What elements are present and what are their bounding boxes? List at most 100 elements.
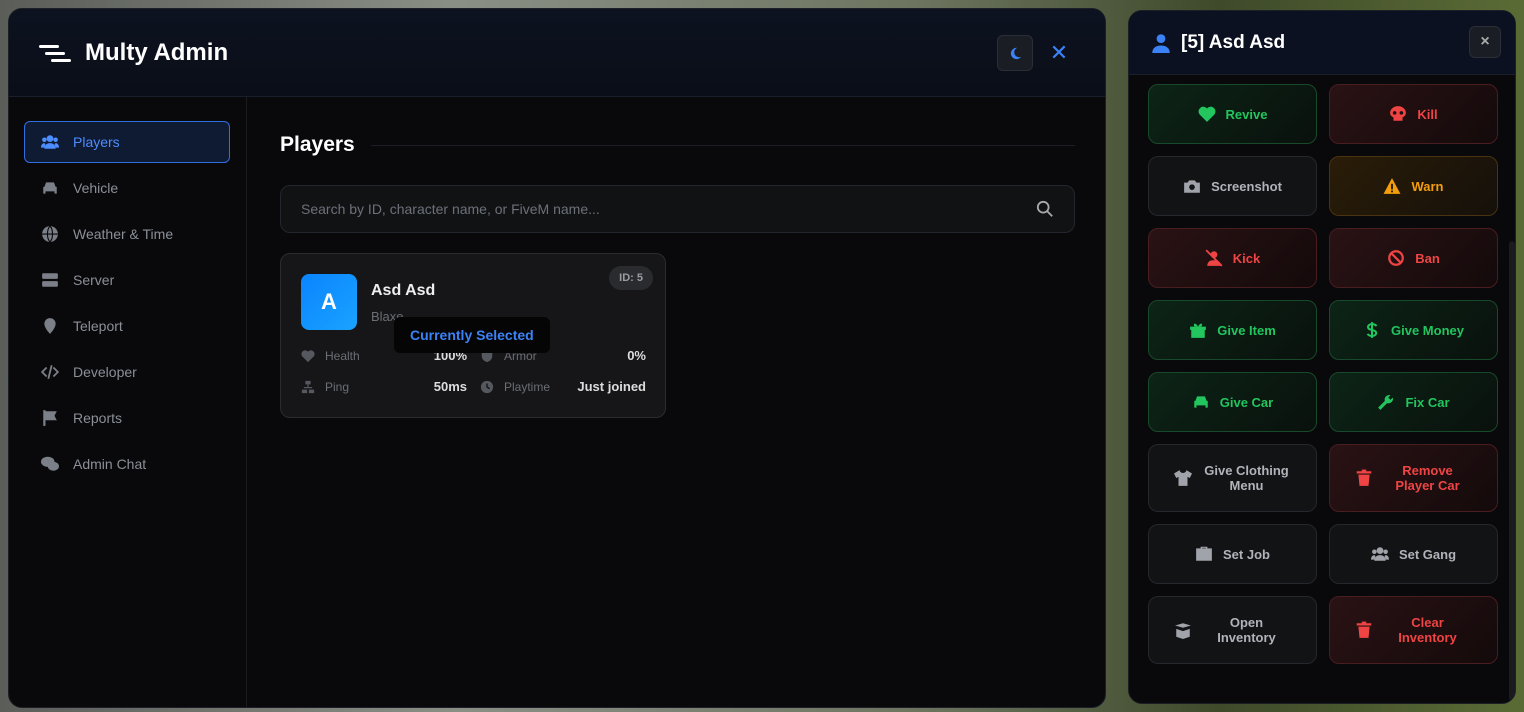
avatar: A [301, 274, 357, 330]
sidebar-item-label: Reports [73, 410, 123, 426]
heart-icon [1198, 106, 1215, 122]
sidebar-item-reports[interactable]: Reports [24, 397, 230, 439]
users-icon [41, 135, 59, 149]
clock-icon [480, 380, 494, 393]
camera-icon [1184, 180, 1200, 193]
give-item-button[interactable]: Give Item [1148, 300, 1317, 360]
app-title: Multy Admin [85, 38, 229, 66]
kill-button[interactable]: Kill [1329, 84, 1498, 144]
action-grid: Revive Kill Screenshot Warn Kick Ban Give Item… [1148, 84, 1498, 664]
fix-car-button[interactable]: Fix Car [1329, 372, 1498, 432]
box-open-icon [1174, 623, 1191, 639]
gift-icon [1190, 323, 1207, 338]
clear-inventory-button[interactable]: Clear Inventory [1329, 596, 1498, 664]
sidebar-item-developer[interactable]: Developer [24, 351, 230, 393]
action-label: Set Job [1223, 546, 1270, 562]
action-label: Clear Inventory [1398, 615, 1457, 645]
player-card[interactable]: A Asd Asd Blaxe ID: 5 Currently Selected… [280, 253, 666, 418]
trash-icon [1356, 621, 1371, 638]
warn-button[interactable]: Warn [1329, 156, 1498, 216]
open-inventory-button[interactable]: Open Inventory [1148, 596, 1317, 664]
action-label: Give Item [1217, 322, 1276, 338]
code-icon [41, 365, 59, 379]
players-view: Players Search by ID, character name, or… [280, 97, 1075, 418]
screenshot-button[interactable]: Screenshot [1148, 156, 1317, 216]
player-name: Asd Asd [371, 282, 436, 299]
ban-button[interactable]: Ban [1329, 228, 1498, 288]
revive-button[interactable]: Revive [1148, 84, 1317, 144]
sidebar-item-label: Weather & Time [73, 226, 174, 242]
set-job-button[interactable]: Set Job [1148, 524, 1317, 584]
close-icon: ✕ [1049, 40, 1069, 65]
panel-close-button[interactable]: × [1469, 26, 1501, 58]
give-money-button[interactable]: Give Money [1329, 300, 1498, 360]
action-label: Remove Player Car [1395, 463, 1460, 493]
theme-toggle-button[interactable] [997, 35, 1033, 71]
panel-header: [5] Asd Asd × [1129, 11, 1515, 75]
action-label: Screenshot [1211, 178, 1282, 194]
remove-player-car-button[interactable]: Remove Player Car [1329, 444, 1498, 512]
action-label: Fix Car [1405, 394, 1450, 410]
shirt-icon [1173, 470, 1192, 486]
id-badge: ID: 5 [609, 266, 653, 290]
map-pin-icon [44, 318, 56, 334]
action-label: Open Inventory [1217, 615, 1276, 645]
kick-button[interactable]: Kick [1148, 228, 1317, 288]
close-button[interactable]: ✕ [1041, 35, 1077, 71]
sidebar-item-label: Vehicle [73, 180, 119, 196]
network-icon [301, 380, 315, 393]
users-icon [1370, 547, 1389, 561]
server-icon [42, 273, 58, 287]
dollar-icon [1366, 322, 1378, 338]
sidebar-item-label: Admin Chat [73, 456, 147, 472]
page-title: Players [280, 133, 1075, 157]
give-clothing-menu-button[interactable]: Give Clothing Menu [1148, 444, 1317, 512]
heart-icon [301, 349, 315, 362]
sidebar-item-players[interactable]: Players [24, 121, 230, 163]
warning-icon [1384, 178, 1401, 194]
user-slash-icon [1205, 249, 1223, 267]
playtime-stat: Playtime Just joined [480, 379, 646, 394]
give-car-button[interactable]: Give Car [1148, 372, 1317, 432]
car-icon [43, 182, 57, 194]
sidebar-item-server[interactable]: Server [24, 259, 230, 301]
search-icon [1036, 200, 1053, 217]
window-header: Multy Admin ✕ [9, 9, 1105, 97]
scrollbar[interactable] [1509, 241, 1515, 701]
sidebar-item-admin-chat[interactable]: Admin Chat [24, 443, 230, 485]
sidebar-item-weather-time[interactable]: Weather & Time [24, 213, 230, 255]
briefcase-icon [1196, 546, 1212, 561]
search-placeholder: Search by ID, character name, or FiveM n… [301, 201, 600, 217]
wrench-icon [1378, 395, 1394, 410]
sidebar-item-label: Teleport [73, 318, 123, 334]
trash-icon [1356, 469, 1371, 486]
action-label: Ban [1415, 250, 1440, 266]
search-input[interactable]: Search by ID, character name, or FiveM n… [280, 185, 1075, 233]
action-label: Kill [1417, 106, 1438, 122]
action-label: Give Car [1219, 394, 1274, 410]
set-gang-button[interactable]: Set Gang [1329, 524, 1498, 584]
action-label: Revive [1225, 106, 1268, 122]
menu-logo-icon [39, 44, 71, 62]
comments-icon [41, 456, 59, 471]
panel-title: [5] Asd Asd [1181, 31, 1286, 53]
sidebar-item-label: Players [73, 134, 120, 150]
action-label: Give Money [1391, 322, 1464, 338]
admin-window: Multy Admin ✕ Players Vehicle Weather & Ti… [8, 8, 1106, 708]
ping-stat: Ping 50ms [301, 379, 467, 394]
user-icon [1152, 33, 1170, 53]
sidebar: Players Vehicle Weather & Time Server Telepo… [9, 97, 247, 707]
selected-tooltip: Currently Selected [394, 317, 550, 353]
sidebar-item-teleport[interactable]: Teleport [24, 305, 230, 347]
skull-icon [1390, 106, 1407, 121]
globe-icon [42, 225, 58, 243]
car-icon [1194, 396, 1208, 408]
action-label: Give Clothing Menu [1204, 463, 1289, 493]
flag-icon [43, 410, 57, 426]
sidebar-item-label: Server [73, 272, 115, 288]
sidebar-item-label: Developer [73, 364, 137, 380]
action-label: Warn [1411, 178, 1444, 194]
action-label: Kick [1232, 250, 1261, 266]
sidebar-item-vehicle[interactable]: Vehicle [24, 167, 230, 209]
player-actions-panel: [5] Asd Asd × Revive Kill Screenshot Warn Ki… [1128, 10, 1516, 704]
